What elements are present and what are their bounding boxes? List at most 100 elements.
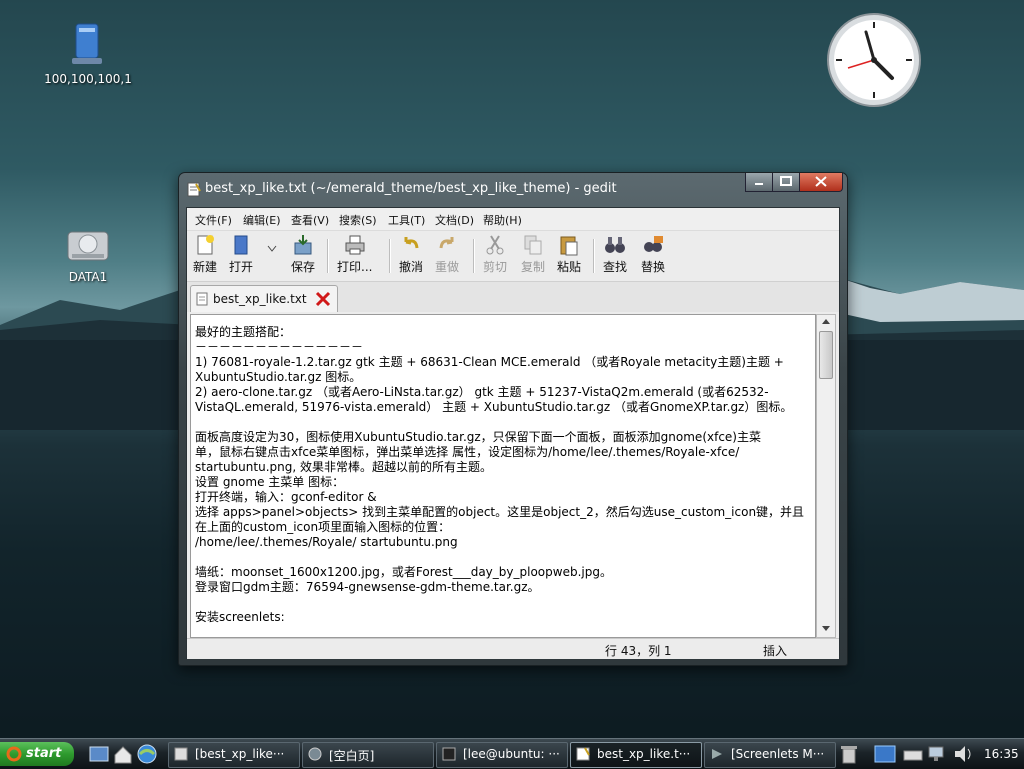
close-button[interactable] <box>799 173 843 192</box>
tab-best-xp-like[interactable]: best_xp_like.txt <box>190 285 338 312</box>
window-content: 文件(F) 编辑(E) 查看(V) 搜索(S) 工具(T) 文档(D) 帮助(H… <box>186 207 840 659</box>
scroll-down-icon[interactable] <box>821 625 831 633</box>
text-line: 最好的主题搭配： <box>195 325 292 339</box>
redo-button[interactable]: 重做 <box>435 234 459 275</box>
toolbar: 新建 打开 保存 打印... 撤消 重做 剪切 复制 粘贴 查找 替换 <box>187 231 839 282</box>
browser-icon <box>308 747 322 761</box>
text-line: －－－－－－－－－－－－－－ <box>195 340 364 354</box>
text-document-icon <box>187 182 201 197</box>
task-terminal[interactable]: [lee@ubuntu: ··· <box>436 742 568 768</box>
taskbar: start [best_xp_like··· [空白页] [lee@ubuntu… <box>0 738 1024 769</box>
text-line: 2) aero-clone.tar.gz （或者Aero-LiNsta.tar.… <box>195 385 769 399</box>
show-desktop-icon[interactable] <box>88 743 110 765</box>
text-line: 打开终端，输入：gconf-editor & <box>195 490 377 504</box>
new-button[interactable]: 新建 <box>193 234 217 275</box>
toolbar-separator <box>593 239 595 273</box>
text-line: 墙纸：moonset_1600x1200.jpg，或者Forest___day_… <box>195 565 612 579</box>
desktop-icon-label: 100,100,100,1 <box>44 72 132 86</box>
find-replace-icon <box>644 236 663 252</box>
insert-mode: 插入 <box>763 644 788 658</box>
text-line <box>195 550 811 565</box>
clock-widget[interactable] <box>826 12 922 108</box>
statusbar: 行 43，列 1 插入 <box>187 638 839 659</box>
text-line: startubuntu.png, 效果非常棒。超越以前的所有主题。 <box>195 460 492 474</box>
tab-label: best_xp_like.txt <box>213 292 307 306</box>
desktop-icon-label: DATA1 <box>68 270 108 284</box>
open-recent-dropdown[interactable] <box>267 245 277 255</box>
workspace-switcher-icon[interactable] <box>874 743 896 765</box>
text-line: XubuntuStudio.tar.gz 图标。 <box>195 370 362 384</box>
print-button[interactable]: 打印... <box>337 234 372 275</box>
open-folder-icon <box>234 235 248 255</box>
maximize-button[interactable] <box>772 173 800 192</box>
copy-button[interactable]: 复制 <box>521 234 545 275</box>
text-line: VistaQL.emerald, 51976-vista.emerald） 主题… <box>195 400 793 414</box>
binoculars-icon <box>605 237 625 253</box>
text-line: 登录窗口gdm主题：76594-gnewsense-gdm-theme.tar.… <box>195 580 540 594</box>
menu-view[interactable]: 查看(V) <box>291 212 329 228</box>
network-share-icon <box>68 20 108 68</box>
web-browser-icon[interactable] <box>136 743 158 765</box>
task-gedit-previous[interactable]: [best_xp_like··· <box>168 742 300 768</box>
text-line <box>195 415 811 430</box>
text-editor-icon <box>576 747 590 761</box>
menu-tools[interactable]: 工具(T) <box>388 212 425 228</box>
text-line: 单，鼠标右键点击xfce菜单图标，弹出菜单选择 属性，设定图标为/home/le… <box>195 445 740 459</box>
menu-search[interactable]: 搜索(S) <box>339 212 377 228</box>
scrollbar-thumb[interactable] <box>819 331 833 379</box>
save-icon <box>294 235 312 255</box>
document-tabbar: best_xp_like.txt <box>187 282 839 312</box>
window-title: best_xp_like.txt (~/emerald_theme/best_x… <box>205 181 617 196</box>
paste-icon <box>560 236 578 256</box>
undo-button[interactable]: 撤消 <box>399 234 423 275</box>
clock-time[interactable]: 16:35 <box>984 747 1019 761</box>
desktop-icon-data1[interactable]: DATA1 <box>38 226 138 284</box>
text-line: 面板高度设定为30，图标使用XubuntuStudio.tar.gz，只保留下面… <box>195 430 761 444</box>
start-button[interactable]: start <box>0 742 74 766</box>
close-icon <box>815 176 827 187</box>
chevron-down-icon <box>267 245 277 252</box>
close-tab-icon[interactable] <box>315 291 331 307</box>
save-button[interactable]: 保存 <box>291 234 315 275</box>
text-line <box>195 595 811 610</box>
screenlets-icon <box>712 749 722 759</box>
paste-button[interactable]: 粘贴 <box>557 234 581 275</box>
task-blank-page[interactable]: [空白页] <box>302 742 434 768</box>
menu-edit[interactable]: 编辑(E) <box>243 212 281 228</box>
toolbar-separator <box>389 239 391 273</box>
redo-icon <box>439 237 454 249</box>
task-screenlets[interactable]: [Screenlets M··· <box>704 742 836 768</box>
volume-icon[interactable] <box>952 743 974 765</box>
text-line: 在上面的custom_icon项里面输入图标的位置： <box>195 520 451 534</box>
terminal-icon <box>442 747 456 761</box>
keyboard-icon[interactable] <box>902 743 924 765</box>
undo-icon <box>404 237 419 249</box>
network-icon[interactable] <box>926 743 948 765</box>
menu-documents[interactable]: 文档(D) <box>435 212 474 228</box>
vertical-scrollbar[interactable] <box>816 314 836 638</box>
text-line: /home/lee/.themes/Royale/ startubuntu.pn… <box>195 535 458 549</box>
gedit-window[interactable]: best_xp_like.txt (~/emerald_theme/best_x… <box>178 172 848 666</box>
text-line: 设置 gnome 主菜单 图标： <box>195 475 345 489</box>
menu-file[interactable]: 文件(F) <box>195 212 232 228</box>
text-file-icon <box>196 292 208 306</box>
ubuntu-logo-icon <box>6 746 22 762</box>
open-button[interactable]: 打开 <box>229 234 253 275</box>
menu-help[interactable]: 帮助(H) <box>483 212 522 228</box>
home-folder-icon[interactable] <box>112 743 134 765</box>
text-editor-icon <box>174 747 188 761</box>
text-line: 选择 apps>panel>objects> 找到主菜单配置的object。这里… <box>195 505 805 519</box>
task-gedit-active[interactable]: best_xp_like.t··· <box>570 742 702 768</box>
cut-button[interactable]: 剪切 <box>483 234 507 275</box>
window-titlebar[interactable]: best_xp_like.txt (~/emerald_theme/best_x… <box>179 173 847 207</box>
scroll-up-icon[interactable] <box>821 318 831 326</box>
menubar: 文件(F) 编辑(E) 查看(V) 搜索(S) 工具(T) 文档(D) 帮助(H… <box>187 208 839 231</box>
cursor-position: 行 43，列 1 <box>605 644 672 658</box>
minimize-button[interactable] <box>745 173 773 192</box>
trash-icon[interactable] <box>838 743 860 765</box>
text-editor[interactable]: 最好的主题搭配： －－－－－－－－－－－－－－ 1) 76081-royale-1.… <box>190 314 816 638</box>
text-line: 1) 76081-royale-1.2.tar.gz gtk 主题 + 6863… <box>195 355 784 369</box>
replace-button[interactable]: 替换 <box>641 234 665 275</box>
desktop-icon-network-share[interactable]: 100,100,100,1 <box>38 20 138 86</box>
find-button[interactable]: 查找 <box>603 234 627 275</box>
